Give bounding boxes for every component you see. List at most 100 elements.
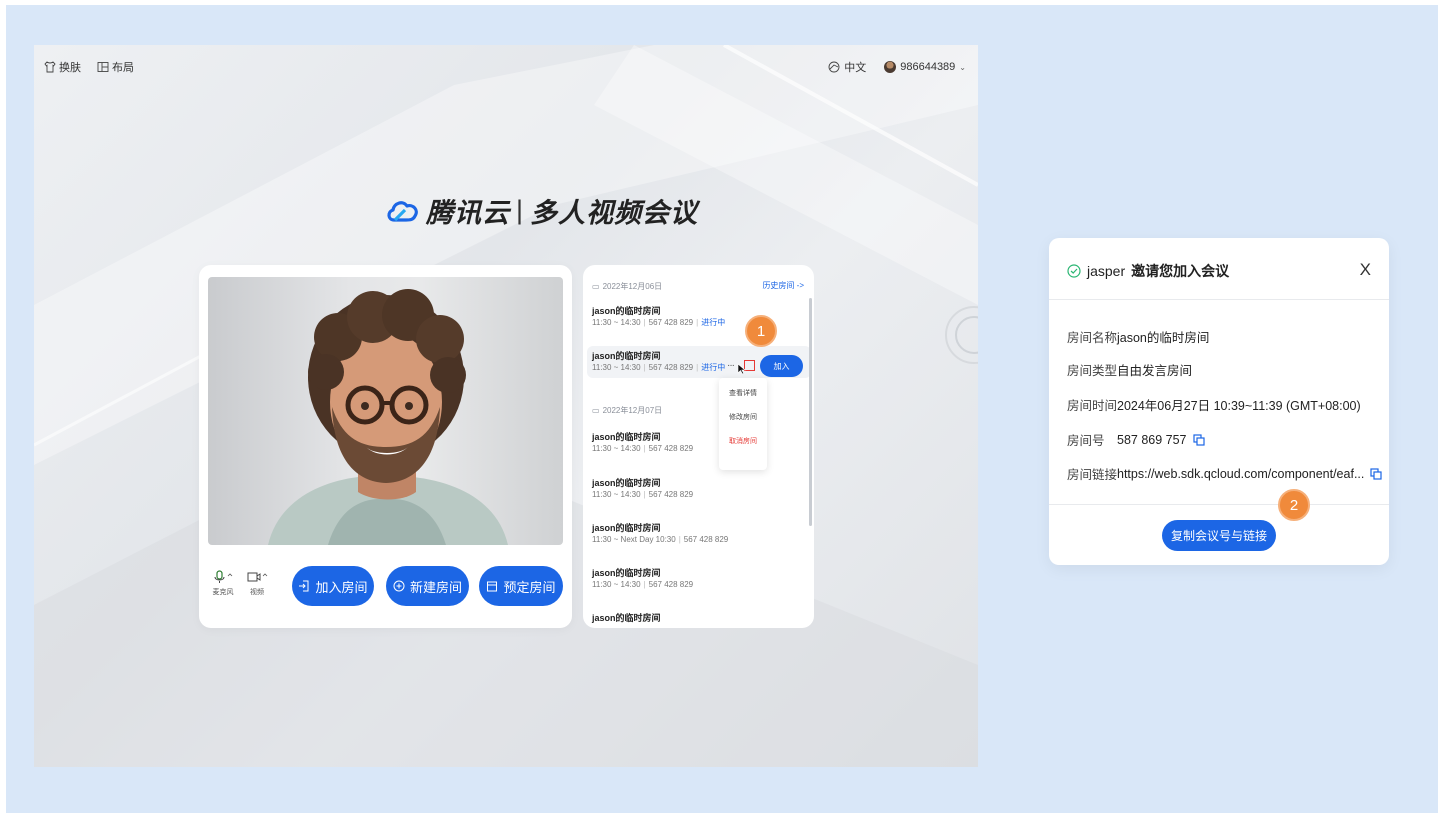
camera-icon [247, 572, 268, 582]
menu-item-edit-room[interactable]: 修改房间 [719, 410, 767, 434]
schedule-room-button[interactable]: 预定房间 [479, 566, 563, 606]
room-status: 进行中 [701, 363, 726, 372]
calendar-icon: ▭ [592, 406, 600, 415]
room-id: 567 428 829 [683, 535, 729, 544]
meeting-app-window: 换肤 布局 中文 986644389 ⌄ 腾讯云 | 多人视频会议 麦克风 视频… [34, 45, 978, 767]
menu-item-cancel-room[interactable]: 取消房间 [719, 434, 767, 458]
enter-icon [299, 580, 309, 592]
step-badge-1: 1 [745, 315, 777, 347]
microphone-label: 麦克风 [212, 589, 234, 596]
room-type-row: 房间类型 自由发言房间 [1067, 360, 1192, 379]
room-id-row: 房间号 587 869 757 [1067, 430, 1205, 449]
room-time: 11:30 ~ 14:30 [592, 580, 641, 589]
check-circle-icon [1067, 264, 1081, 278]
microphone-icon [214, 570, 233, 583]
field-value: 自由发言房间 [1117, 364, 1193, 378]
controls-bar: 麦克风 视频 加入房间 新建房间 预定房间 [199, 563, 572, 623]
room-time: 11:30 ~ 14:30 [592, 318, 641, 327]
invite-dialog: jasper 邀请您加入会议 X 房间名称 jason的临时房间 房间类型 自由… [1049, 238, 1389, 565]
calendar-icon [487, 581, 498, 592]
layout-label: 布局 [112, 62, 134, 74]
camera-preview [208, 277, 563, 545]
room-time: 11:30 ~ Next Day 10:30 [592, 535, 676, 544]
list-item[interactable]: jason的临时房间 11:30 ~ 14:30 | 567 428 829 [592, 477, 808, 501]
dialog-title-user: jasper [1087, 263, 1126, 279]
menu-item-view-details[interactable]: 查看详情 [719, 386, 767, 410]
room-time: 11:30 ~ 14:30 [592, 490, 641, 499]
globe-icon [828, 61, 840, 73]
dialog-footer-divider [1049, 504, 1389, 505]
shirt-icon [44, 61, 56, 73]
field-label: 房间号 [1067, 434, 1105, 448]
room-status: 进行中 [701, 318, 726, 327]
room-link-row: 房间链接 https://web.sdk.qcloud.com/componen… [1067, 464, 1382, 483]
skin-label: 换肤 [59, 62, 81, 74]
chevron-down-icon: ⌄ [959, 62, 966, 72]
room-id: 567 428 829 [648, 490, 694, 499]
room-title: jason的临时房间 [592, 613, 661, 623]
brand-header: 腾讯云 | 多人视频会议 [386, 191, 698, 230]
calendar-icon: ▭ [592, 282, 600, 291]
field-value: https://web.sdk.qcloud.com/component/eaf… [1117, 466, 1365, 481]
skin-button[interactable]: 换肤 [44, 59, 81, 75]
camera-label: 视频 [250, 589, 264, 596]
avatar [884, 61, 897, 73]
schedule-room-label: 预定房间 [503, 579, 556, 595]
date-header: ▭ 2022年12月06日 [592, 281, 662, 292]
field-label: 房间链接 [1067, 468, 1118, 482]
create-room-label: 新建房间 [409, 579, 462, 595]
user-menu[interactable]: 986644389 ⌄ [884, 61, 966, 73]
field-value: 587 869 757 [1117, 432, 1187, 447]
join-button[interactable]: 加入 [760, 355, 803, 377]
brand-divider: | [516, 195, 525, 225]
room-time-row: 房间时间 2024年06月27日 10:39~11:39 (GMT+08:00) [1067, 395, 1361, 414]
microphone-toggle[interactable]: 麦克风 [210, 570, 236, 597]
date-label: 2022年12月06日 [602, 282, 663, 291]
room-id: 567 428 829 [648, 444, 694, 453]
create-room-button[interactable]: 新建房间 [386, 566, 469, 606]
field-label: 房间时间 [1067, 399, 1118, 413]
dialog-title-text: 邀请您加入会议 [1131, 263, 1230, 279]
room-name-row: 房间名称 jason的临时房间 [1067, 327, 1209, 346]
field-label: 房间名称 [1067, 331, 1118, 345]
copy-icon[interactable] [1370, 467, 1382, 480]
field-label: 房间类型 [1067, 364, 1118, 378]
tencent-cloud-logo-icon [387, 200, 418, 222]
room-time: 11:30 ~ 14:30 [592, 444, 641, 453]
list-item[interactable]: jason的临时房间 11:30 ~ 14:30 | 567 428 829 [592, 431, 808, 455]
room-title: jason的临时房间 [592, 306, 661, 316]
join-room-button[interactable]: 加入房间 [292, 566, 374, 606]
cursor-icon [737, 363, 746, 375]
layout-button[interactable]: 布局 [97, 59, 134, 75]
more-options-menu: 查看详情 修改房间 取消房间 [719, 378, 767, 470]
user-id: 986644389 [900, 61, 956, 73]
brand-name: 腾讯云 [426, 198, 510, 228]
language-label: 中文 [844, 62, 867, 74]
list-item[interactable]: jason的临时房间 [592, 612, 808, 624]
step-badge-2: 2 [1278, 489, 1310, 521]
close-icon[interactable]: X [1360, 260, 1371, 280]
plus-circle-icon [393, 580, 405, 592]
list-item[interactable]: jason的临时房间 11:30 ~ 14:30 | 567 428 829 [592, 567, 808, 591]
copy-meeting-link-button[interactable]: 复制会议号与链接 [1162, 520, 1276, 551]
language-switch[interactable]: 中文 [828, 59, 866, 75]
camera-toggle[interactable]: 视频 [244, 570, 270, 597]
room-title: jason的临时房间 [592, 478, 661, 488]
room-title: jason的临时房间 [592, 432, 661, 442]
date-header: ▭ 2022年12月07日 [592, 405, 662, 416]
field-value: jason的临时房间 [1117, 331, 1210, 345]
user-video-image [268, 289, 508, 545]
preview-panel: 麦克风 视频 加入房间 新建房间 预定房间 [199, 265, 572, 628]
field-value: 2024年06月27日 10:39~11:39 (GMT+08:00) [1117, 399, 1361, 413]
layout-icon [97, 62, 109, 72]
copy-icon[interactable] [1192, 433, 1205, 446]
room-title: jason的临时房间 [592, 523, 661, 533]
scrollbar[interactable] [809, 298, 812, 526]
room-title: jason的临时房间 [592, 568, 661, 578]
more-options-button[interactable]: ··· [727, 360, 735, 371]
product-name: 多人视频会议 [530, 198, 699, 228]
date-label: 2022年12月07日 [602, 406, 663, 415]
history-rooms-link[interactable]: 历史房间 -> [762, 280, 804, 291]
list-item[interactable]: jason的临时房间 11:30 ~ Next Day 10:30 | 567 42… [592, 522, 808, 546]
dialog-header: jasper 邀请您加入会议 X [1049, 238, 1389, 300]
